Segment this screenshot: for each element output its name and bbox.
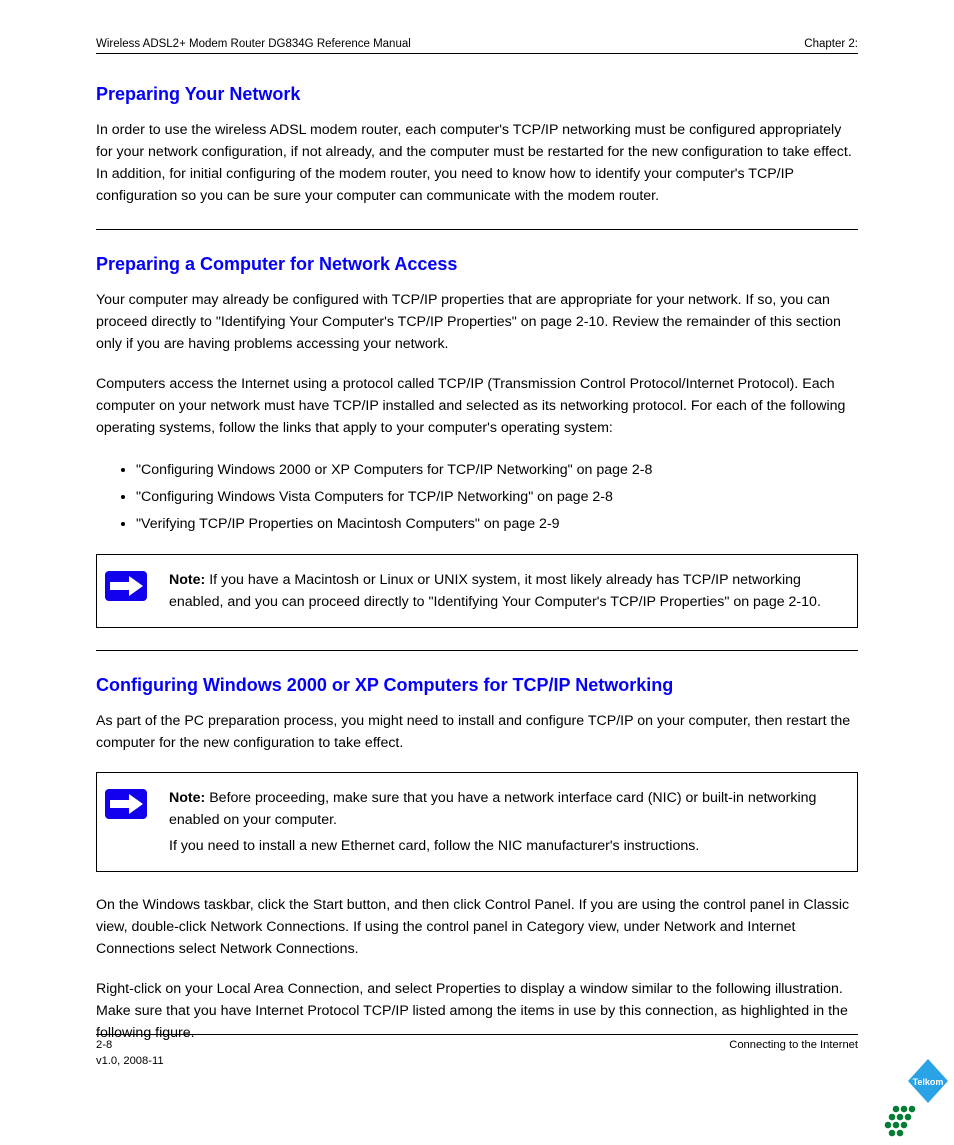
para-windows-2: On the Windows taskbar, click the Start … (96, 894, 858, 960)
para-windows-1: As part of the PC preparation process, y… (96, 710, 858, 754)
para-preparing-network: In order to use the wireless ADSL modem … (96, 119, 858, 207)
svg-text:Telkom: Telkom (913, 1077, 944, 1087)
note-extra: If you need to install a new Ethernet ca… (169, 835, 835, 857)
note-body: Before proceeding, make sure that you ha… (169, 790, 816, 828)
heading-preparing-computer: Preparing a Computer for Network Access (96, 254, 858, 275)
arrow-right-icon (105, 571, 147, 601)
list-item: "Verifying TCP/IP Properties on Macintos… (136, 511, 858, 538)
telkom-logo-icon: Telkom (878, 1059, 948, 1139)
arrow-right-icon (105, 789, 147, 819)
section-rule-2 (96, 650, 858, 651)
note-body: If you have a Macintosh or Linux or UNIX… (169, 572, 821, 610)
para-preparing-computer-2: Computers access the Internet using a pr… (96, 373, 858, 439)
heading-preparing-network: Preparing Your Network (96, 84, 858, 105)
footer-page-number: 2-8 (96, 1039, 112, 1051)
header-manual-title: Wireless ADSL2+ Modem Router DG834G Refe… (96, 38, 411, 50)
note-text-2: Note: Before proceeding, make sure that … (155, 773, 857, 871)
footer-section-title: Connecting to the Internet (729, 1039, 858, 1051)
footer-version: v1.0, 2008-11 (96, 1055, 164, 1067)
section-preparing-computer: Preparing a Computer for Network Access … (96, 254, 858, 628)
note-icon-cell (97, 555, 155, 627)
note-box-2: Note: Before proceeding, make sure that … (96, 772, 858, 872)
note-text-1: Note: If you have a Macintosh or Linux o… (155, 555, 857, 627)
para-preparing-computer-1: Your computer may already be configured … (96, 289, 858, 355)
header-rule (96, 53, 858, 54)
section-windows-config: Configuring Windows 2000 or XP Computers… (96, 675, 858, 1044)
section-rule-1 (96, 229, 858, 230)
list-item: "Configuring Windows Vista Computers for… (136, 484, 858, 511)
footer-rule (96, 1034, 858, 1035)
note-box-1: Note: If you have a Macintosh or Linux o… (96, 554, 858, 628)
page-footer: 2-8 Connecting to the Internet v1.0, 200… (96, 1034, 858, 1067)
section-preparing-network: Preparing Your Network In order to use t… (96, 84, 858, 207)
note-label: Note: (169, 790, 205, 806)
header-chapter: Chapter 2: (804, 38, 858, 50)
note-label: Note: (169, 572, 205, 588)
list-item: "Configuring Windows 2000 or XP Computer… (136, 457, 858, 484)
note-icon-cell (97, 773, 155, 871)
heading-windows-config: Configuring Windows 2000 or XP Computers… (96, 675, 858, 696)
os-link-list: "Configuring Windows 2000 or XP Computer… (136, 457, 858, 538)
